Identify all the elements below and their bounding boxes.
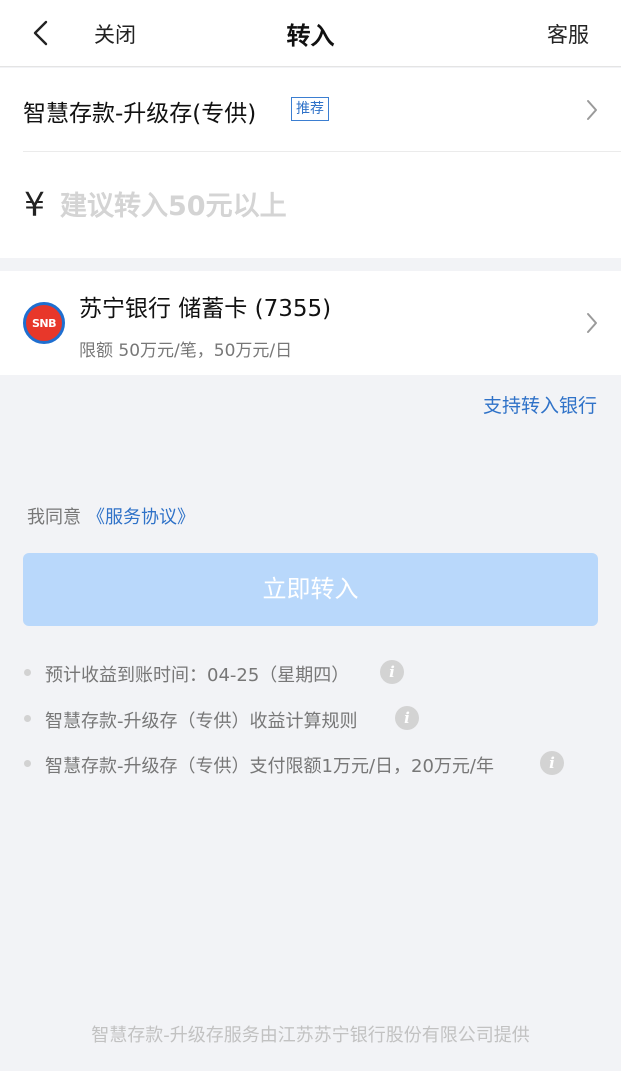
service-provider-note: 智慧存款-升级存服务由江苏苏宁银行股份有限公司提供 bbox=[91, 1025, 530, 1046]
bullet-dot bbox=[24, 669, 31, 676]
bank-card-selector[interactable]: SNB 苏宁银行 储蓄卡 (7355) 限额 50万元/笔，50万元/日 bbox=[0, 271, 621, 375]
product-name: 智慧存款-升级存(专供) bbox=[23, 101, 257, 127]
bullet-dot bbox=[24, 715, 31, 722]
currency-symbol: ¥ bbox=[24, 185, 45, 224]
product-selector[interactable]: 智慧存款-升级存(专供) 推荐 bbox=[0, 68, 621, 152]
info-icon[interactable]: i bbox=[540, 751, 564, 775]
income-rule-text: 智慧存款-升级存（专供）收益计算规则 bbox=[45, 711, 358, 732]
chevron-right-icon bbox=[587, 313, 597, 333]
agreement-prefix: 我同意 bbox=[27, 507, 81, 528]
list-item: 智慧存款-升级存（专供）支付限额1万元/日，20万元/年 i bbox=[0, 749, 621, 779]
transfer-in-page: 关闭 转入 客服 智慧存款-升级存(专供) 推荐 ¥ SNB 苏宁银行 储蓄卡 … bbox=[0, 0, 621, 1071]
amount-row: ¥ bbox=[0, 152, 621, 258]
customer-service-button[interactable]: 客服 bbox=[547, 19, 589, 49]
list-item: 智慧存款-升级存（专供）收益计算规则 i bbox=[0, 704, 621, 734]
list-item: 预计收益到账时间：04-25（星期四） i bbox=[0, 658, 621, 688]
bullet-dot bbox=[24, 760, 31, 767]
page-title: 转入 bbox=[286, 22, 335, 50]
info-icon[interactable]: i bbox=[395, 706, 419, 730]
product-card: 智慧存款-升级存(专供) 推荐 ¥ bbox=[0, 68, 621, 258]
bank-limit-text: 限额 50万元/笔，50万元/日 bbox=[79, 341, 293, 361]
info-icon[interactable]: i bbox=[380, 660, 404, 684]
bank-logo-text: SNB bbox=[31, 316, 57, 330]
supported-banks-link[interactable]: 支持转入银行 bbox=[483, 391, 597, 418]
agreement-row: 我同意 《服务协议》 bbox=[27, 503, 195, 529]
transfer-in-button[interactable]: 立即转入 bbox=[23, 553, 598, 626]
bank-logo: SNB bbox=[23, 302, 65, 344]
payment-limit-text: 智慧存款-升级存（专供）支付限额1万元/日，20万元/年 bbox=[45, 756, 494, 777]
top-nav-bar: 关闭 转入 客服 bbox=[0, 0, 621, 67]
service-agreement-link[interactable]: 《服务协议》 bbox=[87, 507, 195, 528]
chevron-right-icon bbox=[587, 100, 597, 120]
recommend-badge: 推荐 bbox=[291, 97, 329, 121]
arrival-time-text: 预计收益到账时间：04-25（星期四） bbox=[45, 665, 350, 686]
bank-card-name: 苏宁银行 储蓄卡 (7355) bbox=[79, 296, 332, 322]
amount-input[interactable] bbox=[60, 186, 580, 226]
